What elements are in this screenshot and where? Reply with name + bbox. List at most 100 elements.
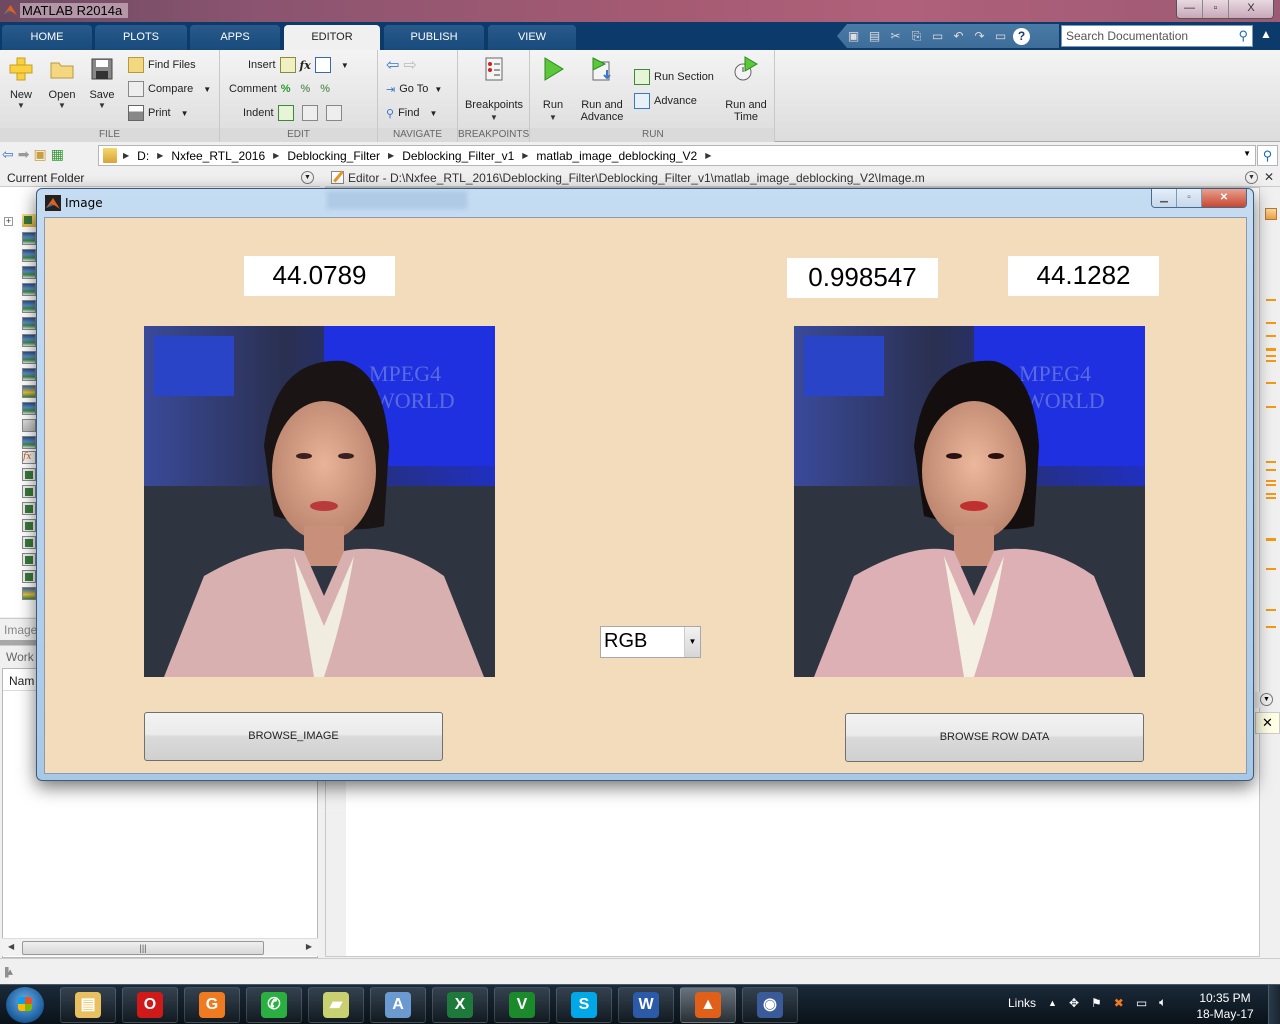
- insert-fi-icon[interactable]: [314, 57, 331, 73]
- start-button[interactable]: [6, 987, 44, 1023]
- warning-marker[interactable]: [1266, 348, 1276, 351]
- links-toolbar[interactable]: Links: [1008, 996, 1036, 1010]
- clock[interactable]: 10:35 PM 18-May-17: [1192, 990, 1258, 1022]
- mex-file-icon[interactable]: [22, 536, 36, 549]
- redo-icon[interactable]: ↷: [971, 28, 988, 45]
- smart-indent-icon[interactable]: [277, 105, 294, 121]
- image-file-icon[interactable]: [22, 317, 36, 330]
- mex-file-icon[interactable]: [22, 519, 36, 532]
- comment-icon[interactable]: %: [281, 83, 291, 95]
- tab-editor[interactable]: EDITOR: [284, 25, 380, 50]
- browse-folder-icon[interactable]: ▦: [51, 146, 64, 163]
- image-file-icon[interactable]: [22, 283, 36, 296]
- warning-marker[interactable]: [1266, 484, 1276, 486]
- warning-marker[interactable]: [1266, 493, 1276, 495]
- image-file-icon[interactable]: [22, 351, 36, 364]
- undo-icon[interactable]: ↶: [950, 28, 967, 45]
- image-file-icon[interactable]: [22, 436, 36, 449]
- insert-function-icon[interactable]: fx: [300, 59, 311, 72]
- scroll-left-icon[interactable]: ◀: [8, 942, 14, 951]
- volume-icon[interactable]: 🔈︎: [1159, 995, 1166, 1010]
- help-icon[interactable]: ?: [1013, 27, 1030, 45]
- mex-file-icon[interactable]: [22, 485, 36, 498]
- warning-marker[interactable]: [1266, 382, 1276, 384]
- taskbar-app-skype[interactable]: S: [556, 987, 612, 1023]
- find-dropdown-icon[interactable]: ▼: [429, 109, 437, 118]
- mex-file-icon[interactable]: [22, 553, 36, 566]
- increase-indent-icon[interactable]: [301, 105, 318, 121]
- matlab-figure-file-icon[interactable]: [22, 419, 36, 432]
- close-button[interactable]: X: [1229, 0, 1273, 18]
- image-file-icon[interactable]: [22, 368, 36, 381]
- image-file-icon[interactable]: [22, 266, 36, 279]
- forward-icon[interactable]: ⇨: [403, 55, 416, 75]
- scroll-right-icon[interactable]: ▶: [306, 942, 312, 951]
- print-button[interactable]: Print ▼: [128, 104, 189, 122]
- taskbar-app-vim[interactable]: V: [494, 987, 550, 1023]
- back-icon[interactable]: ⇦: [2, 146, 14, 163]
- save-dropdown-icon[interactable]: ▼: [86, 101, 118, 110]
- warning-marker[interactable]: [1266, 299, 1276, 301]
- tab-plots[interactable]: PLOTS: [95, 25, 187, 50]
- warning-marker[interactable]: [1266, 497, 1276, 499]
- open-button[interactable]: Open ▼: [46, 56, 78, 110]
- switch-windows-icon[interactable]: ▭: [992, 28, 1009, 45]
- warning-marker[interactable]: [1266, 626, 1276, 628]
- taskbar-app-opera[interactable]: O: [122, 987, 178, 1023]
- path-segment[interactable]: Deblocking_Filter_v1: [402, 149, 514, 163]
- run-dropdown-icon[interactable]: ▼: [538, 113, 568, 122]
- collapse-ribbon-icon[interactable]: ▲: [1260, 27, 1272, 41]
- warning-marker[interactable]: [1266, 609, 1276, 611]
- warning-marker[interactable]: [1266, 461, 1276, 463]
- minimize-button[interactable]: —: [1177, 0, 1203, 18]
- taskbar-app-media-player[interactable]: ◉: [742, 987, 798, 1023]
- network-icon[interactable]: ▭: [1136, 996, 1147, 1010]
- run-button[interactable]: Run ▼: [538, 56, 568, 122]
- taskbar-app-word[interactable]: W: [618, 987, 674, 1023]
- taskbar-app-wordpad[interactable]: A: [370, 987, 426, 1023]
- new-dropdown-icon[interactable]: ▼: [6, 101, 36, 110]
- paste-icon[interactable]: ▭: [929, 28, 946, 45]
- insert-section-icon[interactable]: [279, 57, 296, 73]
- mex-file-icon[interactable]: [22, 468, 36, 481]
- image-file-icon[interactable]: [22, 300, 36, 313]
- warning-indicator-icon[interactable]: [1265, 208, 1277, 220]
- figure-close-button[interactable]: ✕: [1202, 189, 1246, 207]
- dropdown-arrow-icon[interactable]: ▼: [684, 627, 700, 657]
- find-files-button[interactable]: Find Files: [128, 56, 196, 74]
- taskbar-app-sticky-notes[interactable]: ▰: [308, 987, 364, 1023]
- command-window-menu-icon[interactable]: ▼: [1260, 693, 1273, 706]
- command-window-close-icon[interactable]: ✕: [1255, 712, 1280, 734]
- forward-icon[interactable]: ➡: [18, 146, 30, 163]
- path-field[interactable]: ▶ D: ▶ Nxfee_RTL_2016 ▶ Deblocking_Filte…: [98, 145, 1256, 166]
- m-function-file-icon[interactable]: fx: [22, 451, 36, 464]
- warning-marker[interactable]: [1266, 480, 1276, 482]
- show-hidden-icons[interactable]: ▲: [1048, 998, 1057, 1008]
- run-and-time-button[interactable]: Run and Time: [722, 56, 770, 123]
- warning-marker[interactable]: [1266, 322, 1276, 324]
- show-desktop-button[interactable]: [1268, 985, 1280, 1024]
- go-to-dropdown-icon[interactable]: ▼: [434, 85, 442, 94]
- print-dropdown-icon[interactable]: ▼: [181, 109, 189, 118]
- taskbar-app-file-explorer[interactable]: ▤: [60, 987, 116, 1023]
- browse-image-button[interactable]: BROWSE_IMAGE: [144, 712, 443, 761]
- figure-minimize-button[interactable]: ▁: [1152, 189, 1177, 207]
- taskbar-app-foxit-pdf[interactable]: G: [184, 987, 240, 1023]
- warning-marker[interactable]: [1266, 360, 1276, 362]
- go-to-button[interactable]: ⇥ Go To ▼: [386, 80, 442, 98]
- uncomment-icon[interactable]: %: [300, 83, 310, 95]
- open-dropdown-icon[interactable]: ▼: [46, 101, 78, 110]
- wrap-comments-icon[interactable]: %: [320, 83, 330, 95]
- scrollbar-thumb[interactable]: |||: [22, 941, 264, 955]
- status-grip-icon[interactable]: ||||▴: [4, 965, 13, 978]
- path-segment[interactable]: Deblocking_Filter: [287, 149, 380, 163]
- new-button[interactable]: New ▼: [6, 56, 36, 110]
- bitmap-file-icon[interactable]: [22, 587, 36, 600]
- expand-icon[interactable]: +: [4, 217, 13, 226]
- action-center-flag-icon[interactable]: ⚑: [1091, 996, 1102, 1010]
- path-segment[interactable]: matlab_image_deblocking_V2: [536, 149, 697, 163]
- insert-dropdown-icon[interactable]: ▼: [341, 61, 349, 70]
- image-file-icon[interactable]: [22, 402, 36, 415]
- tab-home[interactable]: HOME: [2, 25, 92, 50]
- new-shortcut-icon[interactable]: ▣: [845, 28, 862, 45]
